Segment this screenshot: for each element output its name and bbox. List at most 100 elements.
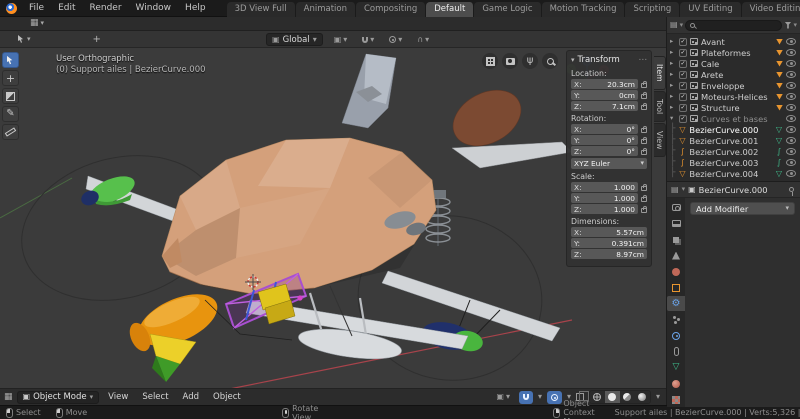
hide-eye-icon[interactable] [786,60,796,67]
collection-name[interactable]: Arete [701,70,773,80]
snap-toggle[interactable] [519,391,533,404]
select-box-tool[interactable] [2,52,19,68]
tab-particles[interactable] [667,312,685,327]
measure-tool[interactable] [2,124,19,140]
tab-view[interactable]: View [654,123,666,158]
panel-header[interactable]: Transform [571,54,647,66]
menu-edit[interactable]: Edit [51,1,82,15]
filter-dropdown-icon[interactable] [793,22,797,29]
snap-dropdown[interactable] [358,36,378,44]
add-modifier-dropdown[interactable]: Add Modifier [690,202,795,215]
collection-row-curves-et-bases[interactable]: ✓ Curves et bases [667,113,800,124]
shading-lookdev-button[interactable] [620,391,635,403]
collection-row-structure[interactable]: ✓ Structure [667,102,800,113]
tab-object-data[interactable] [667,360,685,375]
collection-row-cale[interactable]: ✓ Cale [667,58,800,69]
cursor-tool[interactable]: + [2,70,19,86]
menu-view[interactable]: View [103,391,133,403]
expand-icon[interactable] [670,49,676,56]
workspace-tab-3d-view-full[interactable]: 3D View Full [227,2,296,17]
collection-name[interactable]: Avant [701,37,773,47]
checkbox[interactable]: ✓ [679,115,687,123]
lock-icon[interactable] [641,139,647,144]
pivot-point-dropdown[interactable] [492,393,514,401]
blender-logo-icon[interactable] [6,3,17,14]
dimensions-y-field[interactable]: Y:0.391cm [571,238,647,248]
expand-icon[interactable] [670,104,676,111]
workspace-tab-uv-editing[interactable]: UV Editing [680,2,741,17]
tab-render[interactable] [667,200,685,215]
cursor-tool-icon[interactable] [93,35,102,44]
rotation-x-field[interactable]: X:0° [571,124,638,134]
tab-object[interactable] [667,280,685,295]
hide-eye-icon[interactable] [786,71,796,78]
hide-eye-icon[interactable] [786,104,796,111]
workspace-tab-default[interactable]: Default [426,2,474,17]
hide-eye-icon[interactable] [786,170,796,177]
menu-select[interactable]: Select [137,391,173,403]
display-mode-icon[interactable] [670,21,678,29]
tab-constraints[interactable] [667,344,685,359]
active-tool-button[interactable] [14,35,35,43]
collection-name[interactable]: Structure [701,103,773,113]
falloff-dropdown[interactable] [413,36,433,44]
workspace-tab-game-logic[interactable]: Game Logic [474,2,541,17]
collection-name[interactable]: Cale [701,59,773,69]
checkbox[interactable]: ✓ [679,38,687,46]
location-z-field[interactable]: Z:7.1cm [571,101,638,111]
expand-icon[interactable] [670,60,676,67]
hide-eye-icon[interactable] [786,38,796,45]
expand-icon[interactable] [670,93,676,100]
3d-viewport[interactable]: User Orthographic (0) Support ailes | Be… [0,48,666,388]
breadcrumb-object-name[interactable]: BezierCurve.000 [699,185,768,195]
tab-view-layer[interactable] [667,232,685,247]
hide-eye-icon[interactable] [786,126,796,133]
menu-render[interactable]: Render [83,1,129,15]
tab-material[interactable] [667,376,685,391]
tab-output[interactable] [667,216,685,231]
checkbox[interactable]: ✓ [679,82,687,90]
lock-icon[interactable] [641,128,647,133]
collection-row-moteurs-helices[interactable]: ✓ Moteurs-Helices [667,91,800,102]
menu-add[interactable]: Add [178,391,204,403]
location-x-field[interactable]: X:20.3cm [571,79,638,89]
panel-menu-icon[interactable] [639,56,648,65]
menu-window[interactable]: Window [129,1,179,15]
collection-name[interactable]: Enveloppe [701,81,773,91]
collection-name[interactable]: Plateformes [701,48,773,58]
workspace-tab-scripting[interactable]: Scripting [625,2,680,17]
checkbox[interactable]: ✓ [679,93,687,101]
editor-type-icon[interactable] [4,393,13,402]
checkbox[interactable]: ✓ [679,104,687,112]
dropdown-icon[interactable] [680,22,684,29]
editor-type-button[interactable] [26,19,48,28]
location-y-field[interactable]: Y:0cm [571,90,638,100]
pivot-point-dropdown[interactable] [330,36,352,44]
tab-world[interactable] [667,264,685,279]
object-row-beziercurve-004[interactable]: BezierCurve.004 [667,168,800,179]
hide-eye-icon[interactable] [786,148,796,155]
rotation-mode-dropdown[interactable]: XYZ Euler [571,158,647,169]
proportional-edit-dropdown[interactable] [385,36,406,44]
object-row-beziercurve-001[interactable]: BezierCurve.001 [667,135,800,146]
checkbox[interactable]: ✓ [679,71,687,79]
grid-toggle-button[interactable] [482,53,498,69]
menu-object[interactable]: Object [208,391,246,403]
rotation-y-field[interactable]: Y:0° [571,135,638,145]
workspace-tab-motion-tracking[interactable]: Motion Tracking [542,2,626,17]
hide-eye-icon[interactable] [786,82,796,89]
dropdown-icon[interactable] [682,186,686,193]
shading-dropdown-icon[interactable] [656,393,660,401]
lock-icon[interactable] [641,94,647,99]
object-row-beziercurve-002[interactable]: BezierCurve.002 [667,146,800,157]
tab-texture[interactable] [667,392,685,407]
object-name[interactable]: BezierCurve.003 [689,158,772,168]
tab-tool[interactable]: Tool [654,91,666,122]
checkbox[interactable]: ✓ [679,49,687,57]
hide-eye-icon[interactable] [786,49,796,56]
workspace-tab-animation[interactable]: Animation [296,2,356,17]
checkbox[interactable]: ✓ [679,60,687,68]
object-name[interactable]: BezierCurve.000 [689,125,772,135]
hide-eye-icon[interactable] [786,115,796,122]
expand-icon[interactable] [670,82,676,89]
